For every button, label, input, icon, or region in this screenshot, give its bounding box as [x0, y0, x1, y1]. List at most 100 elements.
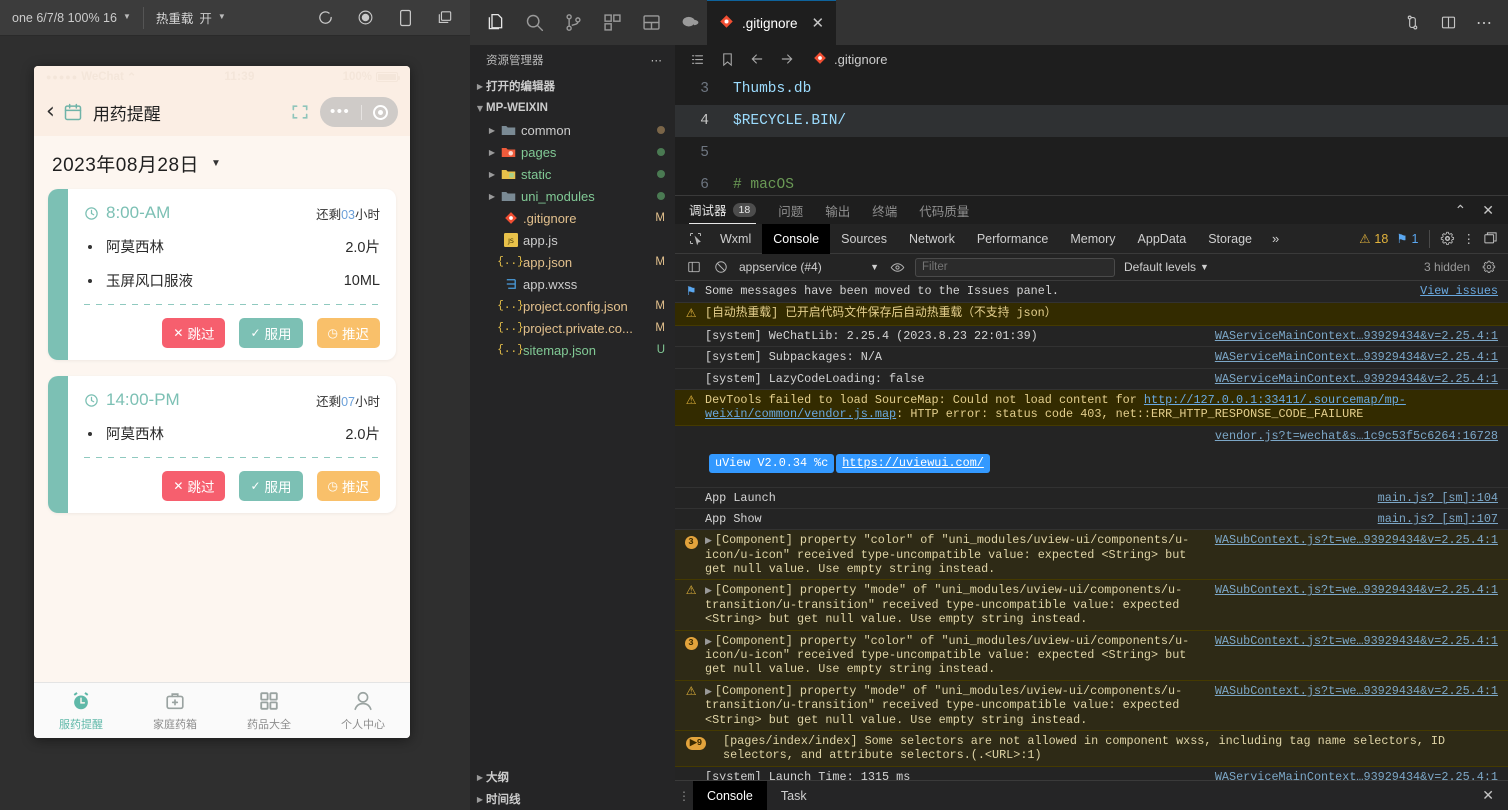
tree-item-app-json[interactable]: {..} app.json M — [470, 251, 675, 273]
breadcrumb-file[interactable]: .gitignore — [813, 51, 887, 68]
forward-arrow-icon[interactable] — [779, 51, 795, 67]
log-row[interactable]: 3 ▶ [Component] property "color" of "uni_… — [675, 630, 1508, 681]
log-row[interactable]: [system] Launch Time: 1315 ms WAServiceM… — [675, 766, 1508, 780]
status-tab-task[interactable]: Task — [767, 781, 821, 810]
tab-medication-reminder[interactable]: 服药提醒 — [34, 683, 128, 738]
more-vertical-icon[interactable]: ⋮ — [1463, 231, 1476, 246]
log-source[interactable]: WAServiceMainContext…93929434&v=2.25.4:1 — [1215, 770, 1498, 780]
devtools-tab-memory[interactable]: Memory — [1059, 224, 1126, 254]
drag-handle-icon[interactable]: ⋮ — [675, 789, 693, 803]
warning-count[interactable]: ⚠ 18 — [1359, 231, 1388, 247]
devtools-tab-wxml[interactable]: Wxml — [709, 224, 762, 254]
clear-console-icon[interactable] — [712, 258, 730, 276]
wechat-devtools-icon[interactable] — [673, 6, 707, 40]
settings-gear-icon[interactable] — [1480, 258, 1498, 276]
tree-item-common[interactable]: ▶ common — [470, 119, 675, 141]
device-selector[interactable]: one 6/7/8 100% 16 ▼ — [0, 0, 143, 36]
expand-triangle-icon[interactable]: ▶ — [705, 536, 712, 546]
record-icon[interactable] — [354, 7, 376, 29]
close-icon[interactable]: ✕ — [1482, 202, 1494, 219]
device-icon[interactable] — [394, 7, 416, 29]
log-source[interactable]: WAServiceMainContext…93929434&v=2.25.4:1 — [1215, 350, 1498, 364]
info-count[interactable]: ⚑ 1 — [1396, 231, 1418, 247]
date-picker[interactable]: 2023年08月28日 ▼ — [48, 136, 396, 189]
log-row[interactable]: ⚠ DevTools failed to load SourceMap: Cou… — [675, 389, 1508, 426]
hot-reload-selector[interactable]: 热重载 开 ▼ — [144, 0, 238, 36]
tree-section-open-editors[interactable]: ▶ 打开的编辑器 — [470, 75, 675, 97]
console-levels-select[interactable]: Default levels ▼ — [1124, 260, 1209, 274]
log-row[interactable]: App Show main.js? [sm]:107 — [675, 508, 1508, 531]
close-icon[interactable]: ✕ — [1482, 787, 1508, 804]
tree-item-app-js[interactable]: JS app.js — [470, 229, 675, 251]
more-actions-icon[interactable]: ⋯ — [651, 53, 664, 67]
log-row[interactable]: [system] WeChatLib: 2.25.4 (2023.8.23 22… — [675, 325, 1508, 348]
tab-family-medicine-box[interactable]: 家庭药箱 — [128, 683, 222, 738]
extensions-icon[interactable] — [595, 6, 629, 40]
expand-triangle-icon[interactable]: ▶ — [705, 586, 712, 596]
files-icon[interactable] — [478, 6, 512, 40]
more-tabs-icon[interactable]: » — [1263, 231, 1288, 246]
panel-tab-debugger[interactable]: 调试器 18 — [689, 196, 757, 224]
log-row[interactable]: ⚠ ▶ [Component] property "mode" of "uni_m… — [675, 680, 1508, 731]
devtools-tab-network[interactable]: Network — [898, 224, 966, 254]
console-filter-input[interactable] — [915, 257, 1115, 277]
devtools-tab-appdata[interactable]: AppData — [1127, 224, 1198, 254]
log-source[interactable]: View issues — [1420, 284, 1498, 298]
close-icon[interactable]: ✕ — [812, 14, 825, 32]
log-source[interactable]: WASubContext.js?t=we…93929434&v=2.25.4:1 — [1215, 533, 1498, 547]
panel-tab-output[interactable]: 输出 — [825, 196, 850, 224]
tree-item-gitignore[interactable]: .gitignore M — [470, 207, 675, 229]
log-row[interactable]: [system] Subpackages: N/A WAServiceMainC… — [675, 347, 1508, 369]
tree-item-uni-modules[interactable]: ▶ uni_modules — [470, 185, 675, 207]
bookmark-icon[interactable] — [719, 51, 735, 67]
split-editor-icon[interactable] — [1438, 13, 1458, 33]
expand-triangle-icon[interactable]: ▶ — [705, 637, 712, 647]
tree-item-static[interactable]: ▶ static — [470, 163, 675, 185]
source-control-sync-icon[interactable] — [1402, 13, 1422, 33]
window-icon[interactable] — [434, 7, 456, 29]
split-layout-icon[interactable] — [634, 6, 668, 40]
skip-button[interactable]: ✕ 跳过 — [162, 318, 226, 348]
delay-button[interactable]: ◷ 推迟 — [316, 318, 380, 348]
log-source[interactable]: WAServiceMainContext…93929434&v=2.25.4:1 — [1215, 329, 1498, 343]
tab-medicine-catalog[interactable]: 药品大全 — [222, 683, 316, 738]
log-row[interactable]: ⚠ ▶ [Component] property "mode" of "uni_m… — [675, 580, 1508, 631]
settings-gear-icon[interactable] — [1440, 231, 1455, 246]
tree-item-sitemap-json[interactable]: {..} sitemap.json U — [470, 339, 675, 361]
log-source[interactable]: main.js? [sm]:104 — [1378, 491, 1498, 505]
back-arrow-icon[interactable] — [749, 51, 765, 67]
code-editor[interactable]: 3 Thumbs.db 4 $RECYCLE.BIN/ 5 6 # macOS — [675, 73, 1508, 195]
console-log[interactable]: ⚑ Some messages have been moved to the I… — [675, 281, 1508, 780]
log-row[interactable]: ⚠ [自动热重载] 已开启代码文件保存后自动热重载（不支持 json） — [675, 303, 1508, 326]
log-source[interactable]: WASubContext.js?t=we…93929434&v=2.25.4:1 — [1215, 684, 1498, 698]
take-button[interactable]: ✓ 服用 — [239, 318, 303, 348]
console-sidebar-icon[interactable] — [685, 258, 703, 276]
log-source[interactable]: vendor.js?t=wechat&s…1c9c53f5c6264:16728 — [1215, 429, 1498, 443]
source-control-icon[interactable] — [556, 6, 590, 40]
panel-tab-code-quality[interactable]: 代码质量 — [919, 196, 969, 224]
log-row-uview[interactable]: uView V2.0.34 %c https://uviewui.com/ — [675, 446, 1508, 488]
log-row[interactable]: [system] LazyCodeLoading: false WAServic… — [675, 368, 1508, 390]
log-source[interactable]: WASubContext.js?t=we…93929434&v=2.25.4:1 — [1215, 634, 1498, 648]
take-button[interactable]: ✓ 服用 — [239, 471, 303, 501]
devtools-tab-storage[interactable]: Storage — [1197, 224, 1263, 254]
log-source[interactable]: WAServiceMainContext…93929434&v=2.25.4:1 — [1215, 372, 1498, 386]
tree-item-project-private-config-json[interactable]: {..} project.private.co... M — [470, 317, 675, 339]
live-expression-icon[interactable] — [888, 258, 906, 276]
console-context-select[interactable]: appservice (#4) ▼ — [739, 260, 879, 274]
log-row[interactable]: 3 ▶ [Component] property "color" of "uni_… — [675, 530, 1508, 581]
editor-tab-gitignore[interactable]: .gitignore ✕ — [707, 0, 837, 45]
log-row[interactable]: ▶9 [pages/index/index] Some selectors ar… — [675, 730, 1508, 767]
explorer-section-outline[interactable]: ▶ 大纲 — [470, 766, 675, 788]
tree-item-project-config-json[interactable]: {..} project.config.json M — [470, 295, 675, 317]
tree-section-mp-weixin[interactable]: ▼ MP-WEIXIN — [470, 97, 675, 119]
more-actions-icon[interactable]: ⋯ — [1474, 13, 1494, 33]
outline-icon[interactable] — [689, 51, 705, 67]
chevron-left-icon[interactable]: ‹ — [46, 101, 55, 123]
devtools-tab-sources[interactable]: Sources — [830, 224, 898, 254]
close-circle-icon[interactable] — [372, 104, 388, 120]
panel-tab-terminal[interactable]: 终端 — [872, 196, 897, 224]
log-source[interactable]: WASubContext.js?t=we…93929434&v=2.25.4:1 — [1215, 583, 1498, 597]
status-tab-console[interactable]: Console — [693, 780, 767, 810]
devtools-tab-console[interactable]: Console — [762, 223, 831, 254]
